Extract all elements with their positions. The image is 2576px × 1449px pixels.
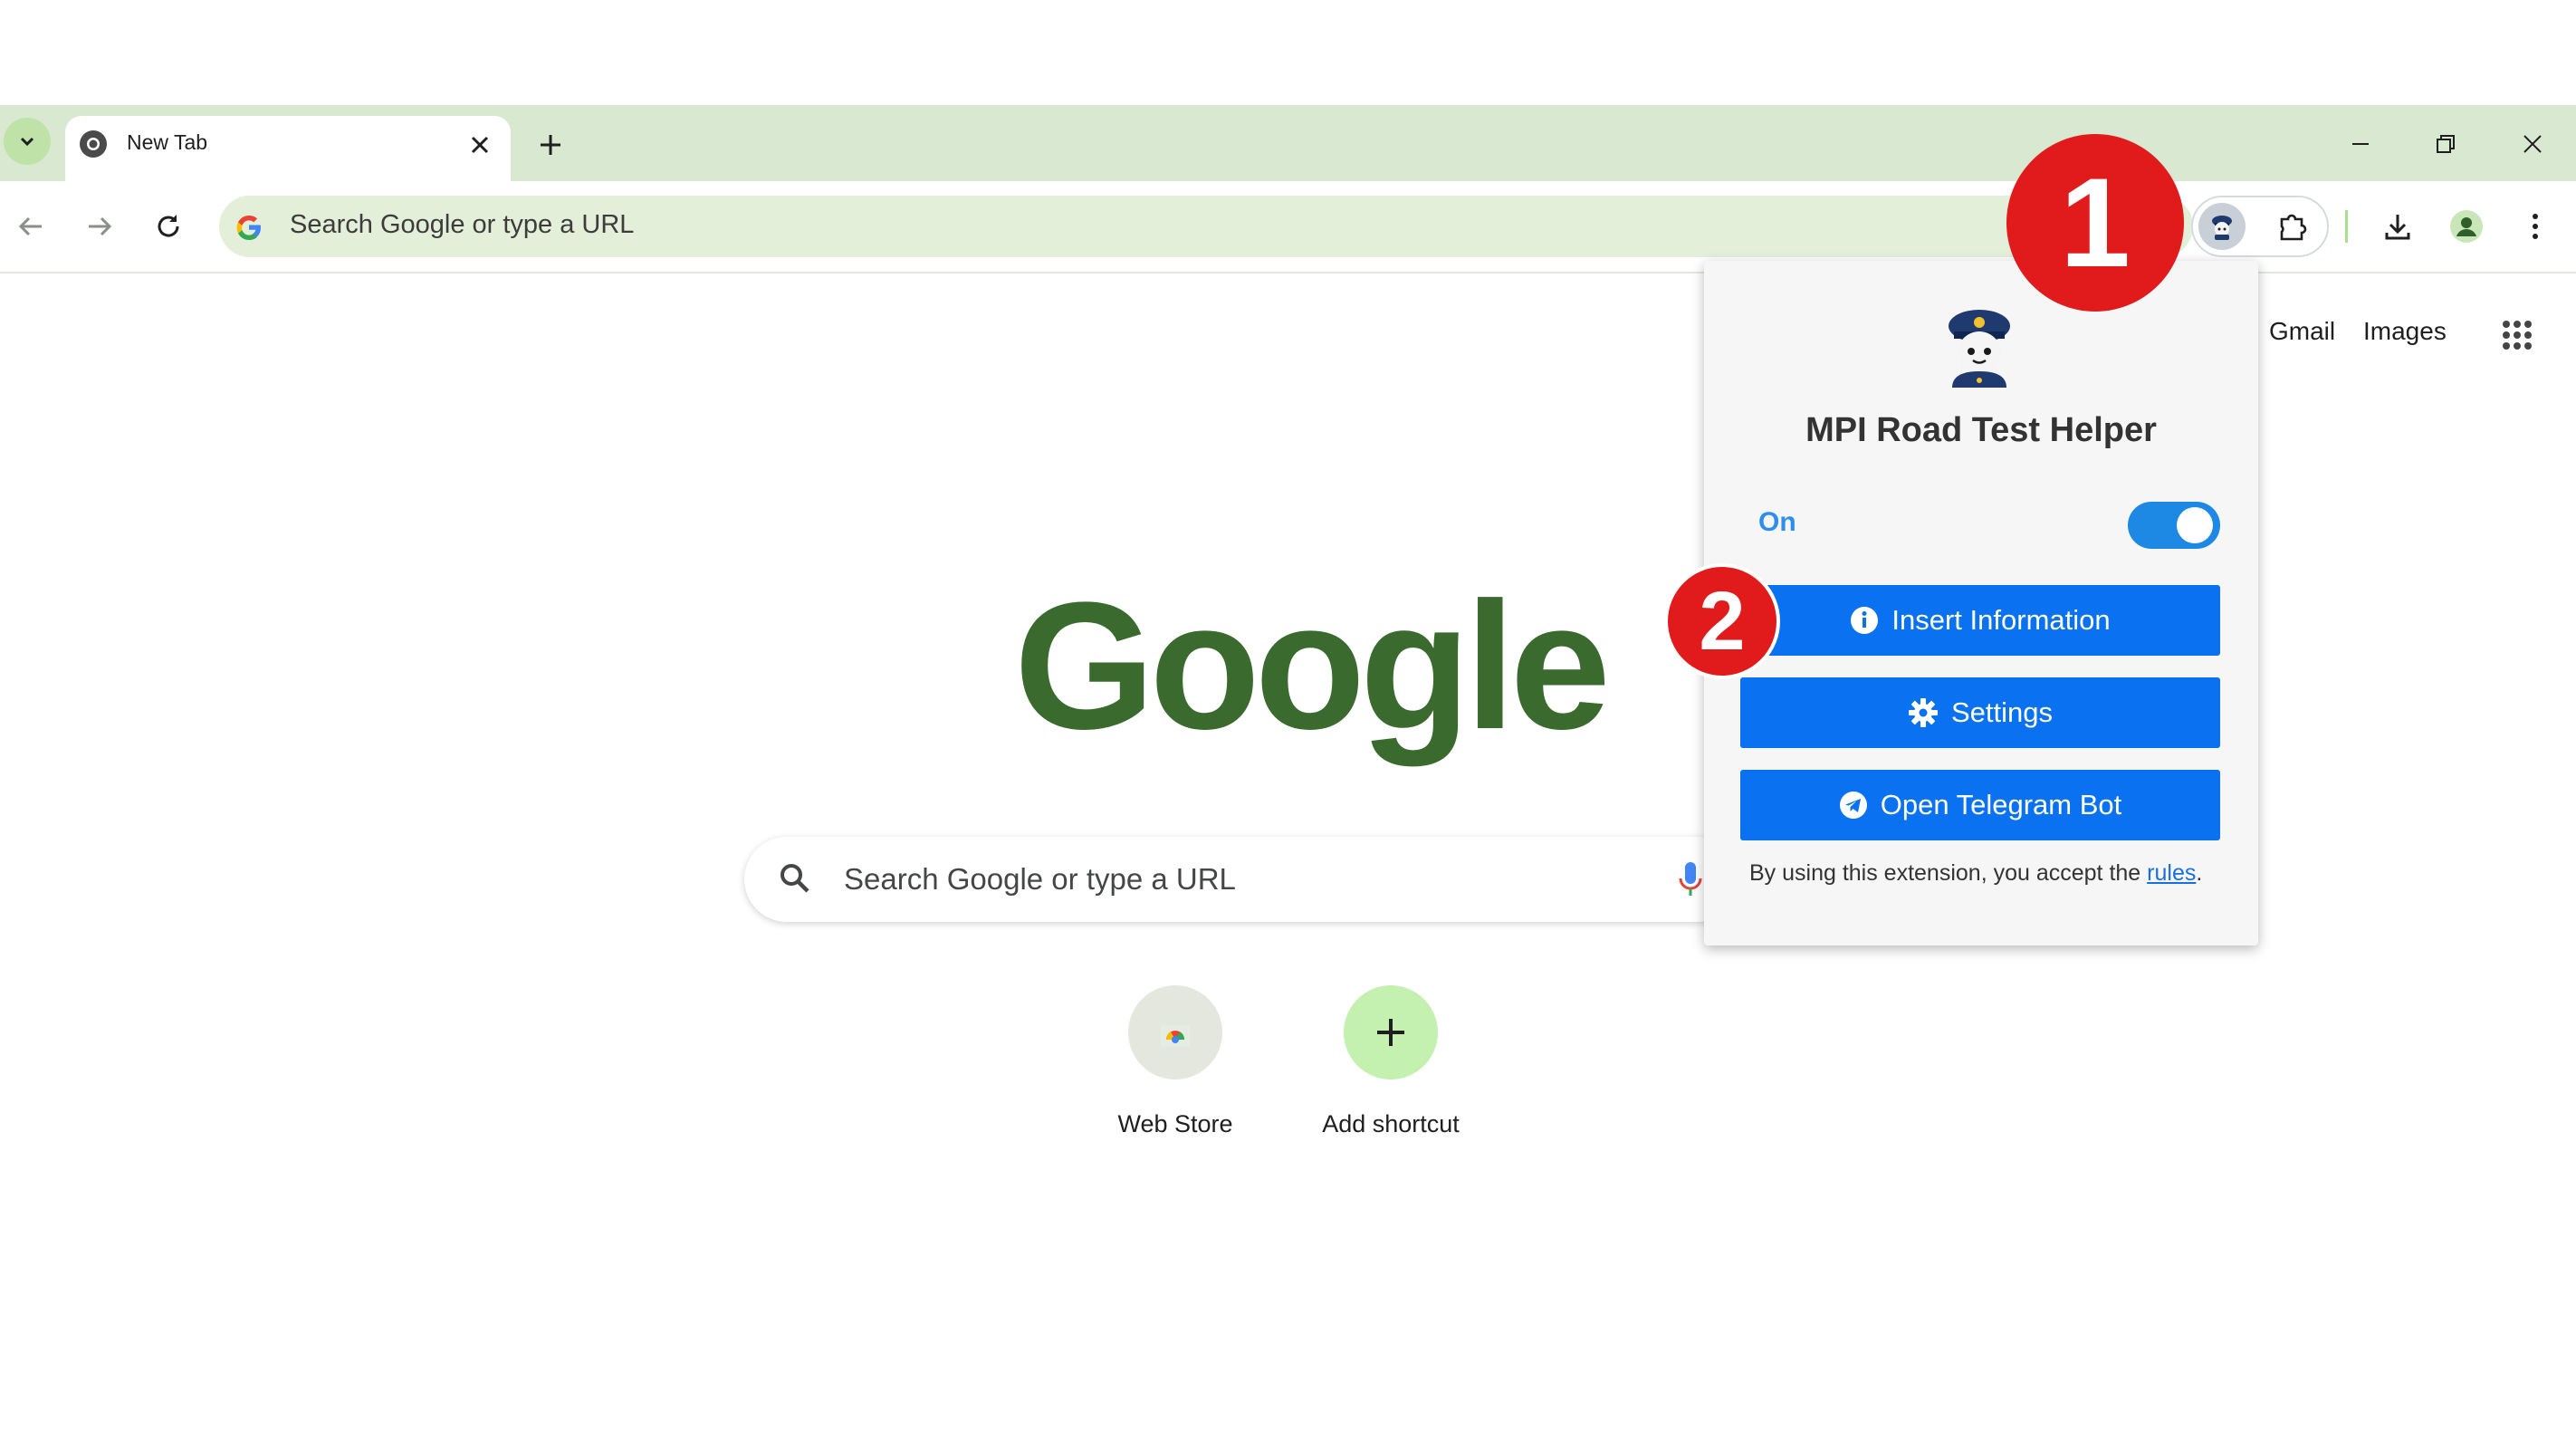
back-button[interactable] — [7, 203, 54, 250]
open-telegram-bot-label: Open Telegram Bot — [1880, 789, 2122, 820]
mic-icon[interactable] — [1677, 860, 1704, 898]
minimize-button[interactable] — [2338, 121, 2383, 167]
shortcut-web-store[interactable] — [1128, 985, 1222, 1080]
browser-menu-button[interactable] — [2512, 203, 2559, 250]
step-badge-1: 1 — [2006, 134, 2184, 312]
profile-button[interactable] — [2443, 203, 2490, 250]
extension-button[interactable] — [2198, 203, 2246, 250]
restore-icon — [2437, 135, 2455, 153]
insert-information-button[interactable]: Insert Information — [1740, 585, 2220, 656]
settings-label: Settings — [1950, 696, 2053, 728]
downloads-button[interactable] — [2374, 203, 2421, 250]
open-telegram-bot-button[interactable]: Open Telegram Bot — [1740, 770, 2220, 840]
info-icon — [1851, 607, 1879, 634]
popup-title: MPI Road Test Helper — [1805, 411, 2157, 449]
webstore-icon — [1161, 1025, 1190, 1047]
add-shortcut-button[interactable] — [1344, 985, 1438, 1080]
google-logo: Google — [1014, 565, 1611, 767]
shortcut-label: Add shortcut — [1322, 1110, 1460, 1137]
tab-title: New Tab — [127, 130, 208, 154]
close-icon — [471, 136, 489, 154]
extensions-menu-button[interactable] — [2269, 203, 2316, 250]
forward-button[interactable] — [76, 203, 123, 250]
search-icon — [777, 860, 813, 897]
puzzle-icon — [2280, 214, 2307, 241]
chevron-down-icon — [20, 137, 34, 147]
toggle-knob — [2177, 507, 2213, 543]
window-close-icon — [2523, 135, 2542, 153]
terms-prefix: By using this extension, you accept the — [1749, 860, 2148, 886]
police-mascot-logo — [1932, 297, 2026, 391]
telegram-icon — [1839, 792, 1867, 819]
window-close-button[interactable] — [2510, 121, 2555, 167]
forward-arrow-icon — [89, 216, 112, 236]
images-link[interactable]: Images — [2363, 317, 2447, 346]
toggle-label: On — [1758, 507, 1796, 537]
back-arrow-icon — [18, 216, 42, 236]
download-icon — [2385, 215, 2410, 240]
reload-icon — [158, 215, 179, 237]
search-placeholder: Search Google or type a URL — [844, 862, 1236, 896]
omnibox-placeholder: Search Google or type a URL — [290, 210, 635, 239]
gear-icon — [1908, 698, 1938, 727]
plus-icon — [541, 135, 560, 155]
minimize-icon — [2352, 143, 2369, 145]
google-apps-button[interactable] — [2492, 310, 2542, 360]
terms-notice: By using this extension, you accept the … — [1749, 860, 2202, 887]
restore-button[interactable] — [2423, 121, 2468, 167]
apps-grid-icon — [2503, 321, 2532, 350]
chrome-icon — [78, 129, 109, 159]
extension-icon — [2212, 216, 2232, 240]
settings-button[interactable]: Settings — [1740, 677, 2220, 748]
google-g-icon — [234, 212, 264, 243]
insert-information-label: Insert Information — [1891, 604, 2111, 636]
terms-suffix: . — [2196, 860, 2203, 886]
rules-link[interactable]: rules — [2147, 860, 2196, 886]
new-tab-button[interactable] — [531, 125, 570, 165]
step-badge-2: 2 — [1664, 563, 1780, 679]
profile-icon — [2450, 210, 2483, 243]
plus-icon — [1377, 1019, 1404, 1046]
gmail-link[interactable]: Gmail — [2269, 317, 2335, 346]
toolbar-divider — [2345, 210, 2348, 243]
reload-button[interactable] — [145, 203, 192, 250]
tab-close-button[interactable] — [464, 129, 496, 161]
kebab-menu-icon — [2533, 214, 2538, 239]
tab-search-button[interactable] — [4, 118, 51, 165]
shortcut-label: Web Store — [1117, 1110, 1233, 1137]
